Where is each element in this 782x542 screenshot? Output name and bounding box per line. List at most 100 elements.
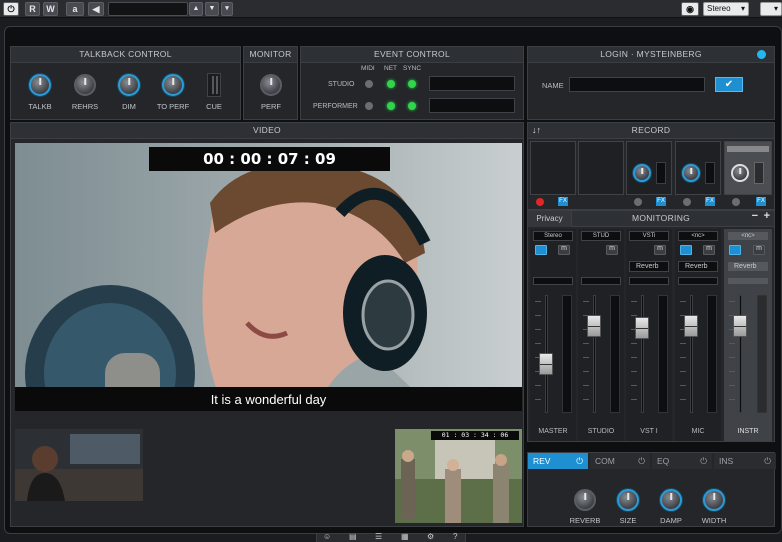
add-channel-button[interactable]: +	[764, 210, 770, 222]
power-icon[interactable]: ⏻	[700, 453, 707, 469]
channel-name: VST I	[640, 428, 658, 435]
dim-knob[interactable]	[118, 74, 140, 96]
monitor-title: MONITOR	[244, 47, 297, 63]
level-meter	[707, 295, 717, 413]
login-title: LOGIN · MYSTEINBERG	[528, 47, 774, 63]
tab-insert[interactable]: INS ⏻	[714, 453, 776, 469]
record-enable-icon[interactable]	[536, 198, 544, 206]
automation-field[interactable]	[108, 2, 188, 16]
insert-slot[interactable]: Reverb	[678, 261, 718, 272]
reverb-knob[interactable]	[574, 489, 596, 511]
record-channel-3	[626, 141, 672, 195]
insert-slot[interactable]: Reverb	[629, 261, 669, 272]
arrow-up-icon[interactable]: ▲	[189, 2, 203, 16]
link-icon[interactable]	[680, 245, 692, 255]
grid-icon[interactable]: ▦	[401, 532, 409, 541]
privacy-button[interactable]: Privacy	[528, 211, 572, 227]
cue-switch[interactable]	[207, 73, 221, 97]
channel-source[interactable]: Stereo	[533, 231, 573, 241]
tab-eq[interactable]: EQ ⏻	[652, 453, 712, 469]
mute-button[interactable]	[753, 245, 765, 255]
channel-strip-studio: STUD STUDIO	[578, 229, 624, 441]
tab-compressor[interactable]: COM ⏻	[590, 453, 650, 469]
video-panel: VIDEO 00 : 00 : 07 : 09 It is a wonderfu…	[10, 122, 524, 527]
people-icon[interactable]: ☺	[323, 532, 331, 541]
movie-scene-image	[395, 429, 522, 523]
record-gain-knob[interactable]	[682, 164, 700, 182]
power-icon[interactable]: ⏻	[3, 2, 19, 16]
level-meter	[562, 295, 572, 413]
link-icon[interactable]	[729, 245, 741, 255]
movie-thumbnail[interactable]: 01 : 03 : 34 : 06	[395, 429, 522, 523]
channel-name: INSTR	[737, 428, 759, 435]
perf-knob[interactable]	[260, 74, 282, 96]
talkback-title: TALKBACK CONTROL	[11, 47, 240, 63]
mute-button[interactable]	[558, 245, 570, 255]
chevron-down-icon: ▾	[773, 4, 778, 13]
channel-source[interactable]: <nc>	[727, 231, 769, 241]
layout-icon[interactable]: ▤	[349, 532, 357, 541]
dropdown-icon[interactable]: ▾	[221, 2, 233, 16]
fx-icon[interactable]: FX	[558, 197, 568, 206]
level-meter	[757, 295, 767, 413]
record-enable-icon[interactable]	[683, 198, 691, 206]
fx-icon[interactable]: FX	[656, 197, 666, 206]
fx-icon[interactable]: FX	[756, 197, 766, 206]
power-icon[interactable]: ⏻	[764, 453, 771, 469]
rehearse-knob[interactable]	[74, 74, 96, 96]
name-input[interactable]	[569, 77, 705, 92]
mute-button[interactable]	[703, 245, 715, 255]
automation-button[interactable]: a	[66, 2, 84, 16]
record-channel-4	[675, 141, 721, 195]
width-knob[interactable]	[703, 489, 725, 511]
channel-source[interactable]: <nc>	[678, 231, 718, 241]
output-select[interactable]: Stereo ▾	[703, 2, 749, 16]
vsti-fader[interactable]	[635, 317, 649, 339]
insert-slot[interactable]: Reverb	[727, 261, 769, 272]
studio-thumbnail[interactable]	[15, 429, 143, 501]
camera-icon[interactable]: ◉	[681, 2, 699, 16]
gear-icon[interactable]: ⚙	[427, 532, 434, 541]
channel-source[interactable]: VSTi	[629, 231, 669, 241]
link-icon[interactable]	[535, 245, 547, 255]
help-icon[interactable]: ?	[453, 532, 457, 541]
studio-fader[interactable]	[587, 315, 601, 337]
channel-strip-mic: <nc> Reverb MIC	[675, 229, 721, 441]
master-fader[interactable]	[539, 353, 553, 375]
fader-track	[593, 295, 596, 413]
studio-midi-led	[365, 80, 373, 88]
record-enable-icon[interactable]	[732, 198, 740, 206]
performer-row-label: PERFORMER	[313, 103, 358, 110]
size-knob[interactable]	[617, 489, 639, 511]
arrow-down-icon[interactable]: ▼	[205, 2, 219, 16]
midi-column-label: MIDI	[361, 65, 375, 72]
event-control-panel: EVENT CONTROL MIDI NET SYNC STUDIO PERFO…	[300, 46, 524, 120]
channel-source[interactable]: STUD	[581, 231, 621, 241]
singer-video-image	[15, 143, 522, 411]
talkback-knob[interactable]	[29, 74, 51, 96]
power-icon[interactable]: ⏻	[576, 453, 583, 469]
sort-arrows-icon[interactable]: ↓↑	[532, 125, 541, 135]
mixer-icon[interactable]: ☰	[375, 532, 382, 541]
arrow-left-icon[interactable]: ◀	[88, 2, 104, 16]
remove-channel-button[interactable]: −	[752, 210, 758, 222]
monitoring-panel: MONITORING Privacy − + Stereo MASTER STU…	[527, 210, 775, 442]
instr-fader[interactable]	[733, 315, 747, 337]
to-perf-knob[interactable]	[162, 74, 184, 96]
extra-select[interactable]: ▾	[760, 2, 782, 16]
record-gain-knob[interactable]	[731, 164, 749, 182]
read-button[interactable]: R	[25, 2, 40, 16]
channel-strip-master: Stereo MASTER	[530, 229, 576, 441]
mute-button[interactable]	[654, 245, 666, 255]
record-gain-knob[interactable]	[633, 164, 651, 182]
rehearse-label: REHRS	[71, 102, 99, 111]
mute-button[interactable]	[606, 245, 618, 255]
write-button[interactable]: W	[43, 2, 58, 16]
mic-fader[interactable]	[684, 315, 698, 337]
damp-knob[interactable]	[660, 489, 682, 511]
power-icon[interactable]: ⏻	[638, 453, 645, 469]
tab-reverb[interactable]: REV ⏻	[528, 453, 588, 469]
confirm-check-icon[interactable]: ✔	[715, 77, 743, 92]
record-enable-icon[interactable]	[634, 198, 642, 206]
fx-icon[interactable]: FX	[705, 197, 715, 206]
